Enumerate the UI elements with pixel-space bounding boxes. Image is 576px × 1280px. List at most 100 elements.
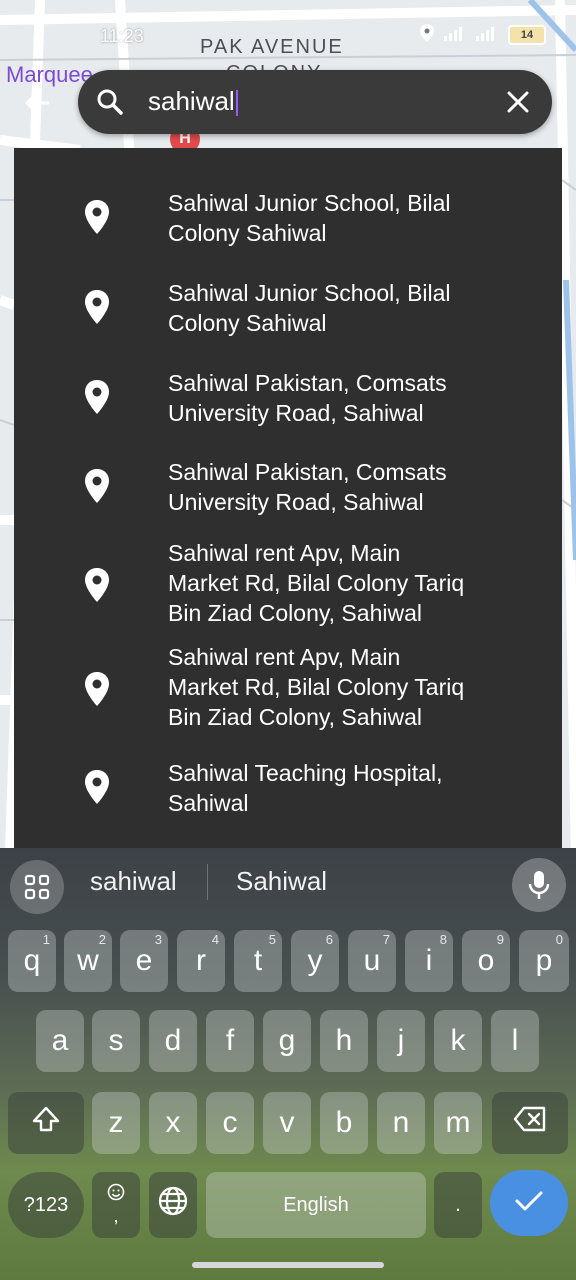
back-arrow-icon[interactable] <box>22 88 52 118</box>
key-r[interactable]: r4 <box>177 930 225 992</box>
result-line: Market Rd, Bilal Colony Tariq <box>168 674 465 700</box>
search-icon <box>96 88 124 116</box>
status-time: 11:23 <box>100 26 144 46</box>
result-item[interactable]: Sahiwal Teaching Hospital, Sahiwal <box>14 754 562 818</box>
location-pin-icon <box>84 469 110 503</box>
key-p[interactable]: p0 <box>519 930 569 992</box>
location-pin-icon <box>84 770 110 804</box>
key-label: t <box>253 944 263 977</box>
emoji-comma-key[interactable]: , <box>92 1172 140 1238</box>
key-hint: 5 <box>268 932 276 947</box>
key-u[interactable]: u7 <box>348 930 396 992</box>
suggestion-item[interactable]: Sahiwal <box>236 866 327 897</box>
result-line: Sahiwal Teaching Hospital, <box>168 760 443 786</box>
key-h[interactable]: h <box>320 1010 368 1072</box>
space-key[interactable]: English <box>206 1172 426 1238</box>
key-j[interactable]: j <box>377 1010 425 1072</box>
key-hint: 1 <box>42 932 50 947</box>
key-t[interactable]: t5 <box>234 930 282 992</box>
key-q[interactable]: q1 <box>8 930 56 992</box>
key-hint: 0 <box>555 932 563 947</box>
clear-search-icon[interactable] <box>504 88 532 116</box>
key-label: e <box>135 944 153 977</box>
location-pin-icon <box>84 200 110 234</box>
result-line: University Road, Sahiwal <box>168 489 424 515</box>
shift-icon <box>31 1105 61 1141</box>
checkmark-icon <box>514 1189 544 1218</box>
keyboard-apps-grid-icon[interactable] <box>10 860 64 914</box>
key-hint: 8 <box>439 932 447 947</box>
key-d[interactable]: d <box>149 1010 197 1072</box>
result-line: Sahiwal Pakistan, Comsats <box>168 370 447 396</box>
key-x[interactable]: x <box>149 1092 197 1154</box>
result-item[interactable]: Sahiwal rent Apv, Main Market Rd, Bilal … <box>14 538 562 632</box>
battery-icon: 14 <box>508 24 546 45</box>
suggestion-divider <box>207 864 208 900</box>
key-label: i <box>425 944 433 977</box>
key-w[interactable]: w2 <box>64 930 112 992</box>
period-key[interactable]: . <box>434 1172 482 1238</box>
key-k[interactable]: k <box>434 1010 482 1072</box>
key-g[interactable]: g <box>263 1010 311 1072</box>
location-pin-icon <box>84 672 110 706</box>
key-c[interactable]: c <box>206 1092 254 1154</box>
result-item[interactable]: Sahiwal Pakistan, Comsats University Roa… <box>14 453 562 517</box>
enter-key[interactable] <box>490 1170 568 1236</box>
gesture-nav-bar[interactable] <box>192 1262 384 1268</box>
key-l[interactable]: l <box>491 1010 539 1072</box>
location-pin-icon <box>84 568 110 602</box>
result-line: Sahiwal Pakistan, Comsats <box>168 459 447 485</box>
key-label: p <box>535 944 553 977</box>
signal-4g-icon <box>476 25 498 44</box>
backspace-key[interactable] <box>492 1092 568 1154</box>
key-f[interactable]: f <box>206 1010 254 1072</box>
key-i[interactable]: i8 <box>405 930 453 992</box>
key-label: y <box>307 944 323 977</box>
key-a[interactable]: a <box>36 1010 84 1072</box>
text-caret <box>235 90 238 117</box>
key-hint: 2 <box>98 932 106 947</box>
microphone-icon[interactable] <box>512 858 566 912</box>
globe-icon <box>157 1185 189 1225</box>
shift-key[interactable] <box>8 1092 84 1154</box>
result-line: Colony Sahiwal <box>168 310 327 336</box>
key-o[interactable]: o9 <box>462 930 510 992</box>
key-y[interactable]: y6 <box>291 930 339 992</box>
key-hint: 9 <box>496 932 504 947</box>
key-e[interactable]: e3 <box>120 930 168 992</box>
language-key[interactable] <box>149 1172 197 1238</box>
status-icons: 14 <box>420 24 546 45</box>
comma-label: , <box>113 1206 119 1226</box>
key-label: u <box>363 944 381 977</box>
result-item[interactable]: Sahiwal Pakistan, Comsats University Roa… <box>14 364 562 428</box>
result-line: Sahiwal Junior School, Bilal <box>168 190 451 216</box>
key-hint: 4 <box>211 932 219 947</box>
key-hint: 6 <box>325 932 333 947</box>
symbols-key[interactable]: ?123 <box>8 1172 84 1238</box>
search-input[interactable]: sahiwal <box>148 86 238 117</box>
signal-icon <box>444 25 466 44</box>
key-label: w <box>77 944 99 977</box>
search-bar[interactable]: sahiwal <box>78 70 552 134</box>
result-line: Colony Sahiwal <box>168 220 327 246</box>
key-n[interactable]: n <box>377 1092 425 1154</box>
result-line: Sahiwal <box>168 790 249 816</box>
key-s[interactable]: s <box>92 1010 140 1072</box>
result-line: Sahiwal Junior School, Bilal <box>168 280 451 306</box>
result-item[interactable]: Sahiwal Junior School, Bilal Colony Sahi… <box>14 274 562 338</box>
status-bar: 11:23 14 <box>0 0 576 70</box>
location-pin-icon <box>84 380 110 414</box>
marquee-label: Marquee <box>6 62 93 87</box>
suggestion-item[interactable]: sahiwal <box>90 866 177 897</box>
key-m[interactable]: m <box>434 1092 482 1154</box>
key-z[interactable]: z <box>92 1092 140 1154</box>
result-item[interactable]: Sahiwal Junior School, Bilal Colony Sahi… <box>14 184 562 248</box>
suggestion-bar: sahiwal Sahiwal <box>0 848 576 916</box>
key-v[interactable]: v <box>263 1092 311 1154</box>
location-pin-icon <box>84 290 110 324</box>
key-b[interactable]: b <box>320 1092 368 1154</box>
result-line: Bin Ziad Colony, Sahiwal <box>168 600 422 626</box>
key-hint: 7 <box>382 932 390 947</box>
result-item[interactable]: Sahiwal rent Apv, Main Market Rd, Bilal … <box>14 642 562 736</box>
emoji-icon <box>107 1183 125 1206</box>
